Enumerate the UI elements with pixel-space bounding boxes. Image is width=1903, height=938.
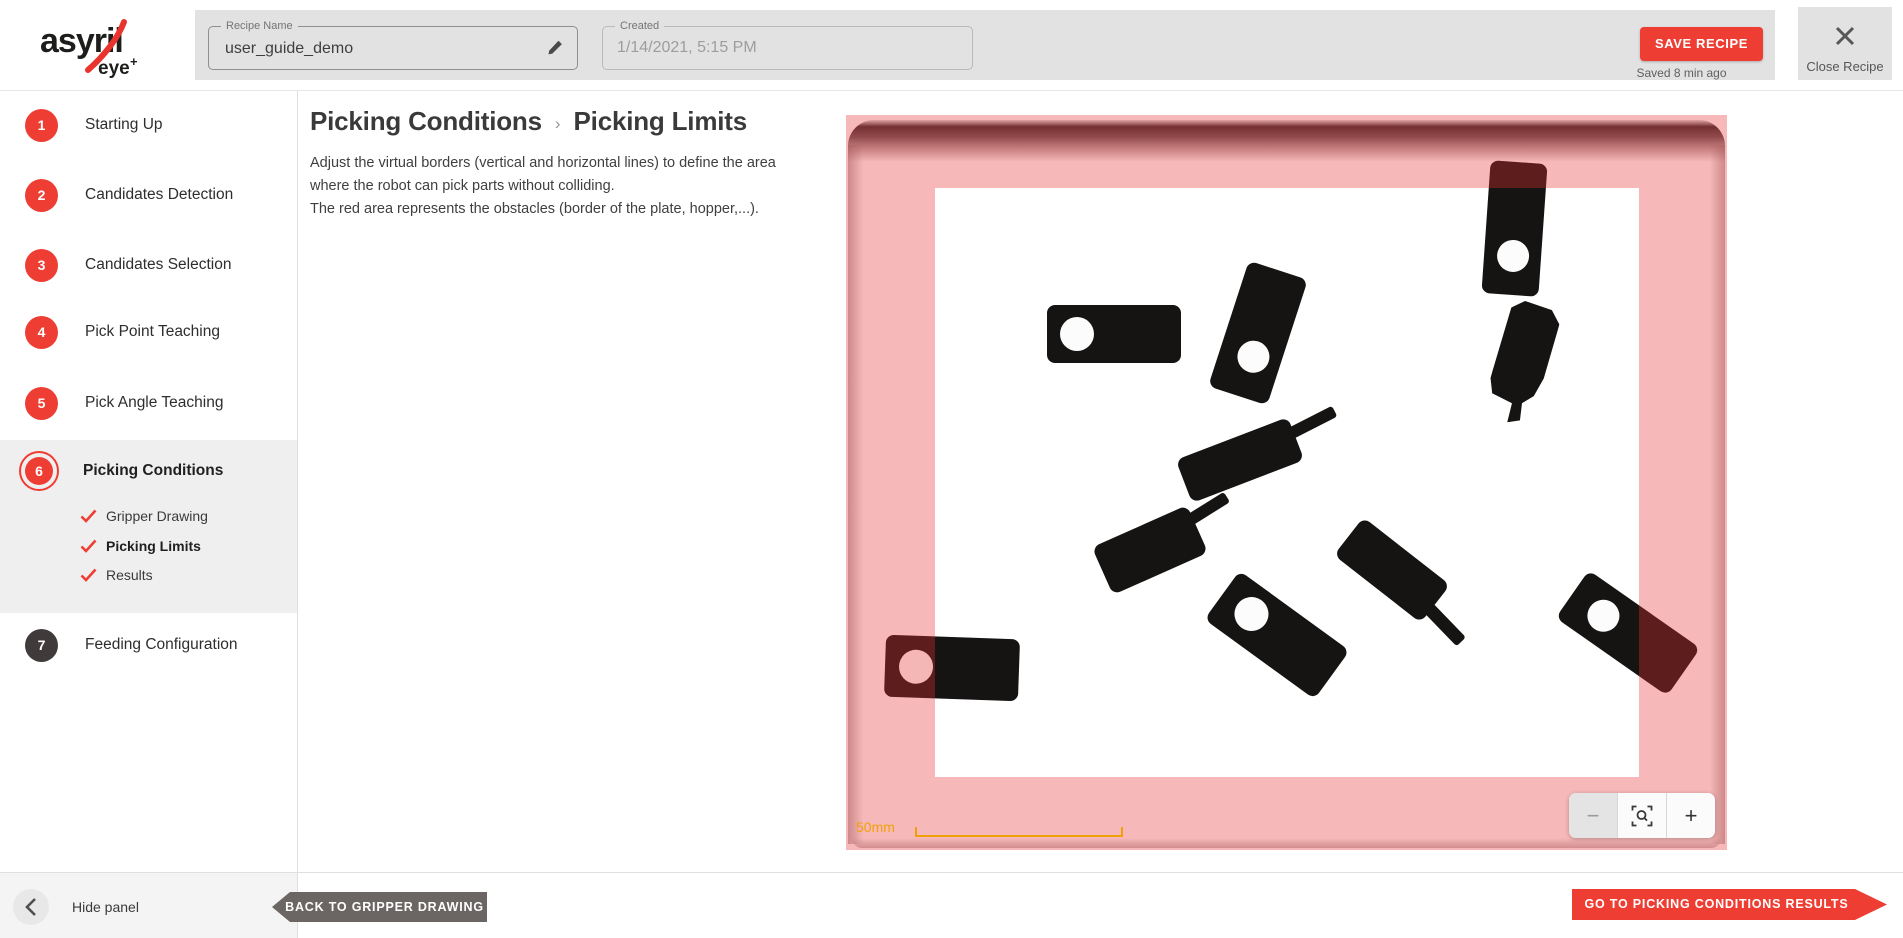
sidebar-item-pick-point-teaching[interactable]: 4 Pick Point Teaching [0,315,297,349]
parts-layer [846,115,1727,850]
step-number-badge: 7 [25,629,58,662]
svg-text:eye: eye [98,58,130,78]
picking-limits-viewer[interactable]: 50mm − + [846,115,1727,850]
step-number-badge: 4 [25,316,58,349]
sidebar-footer: Hide panel [0,873,298,938]
sidebar-item-label: Candidates Selection [85,256,232,274]
zoom-toolbar: − + [1569,793,1715,838]
check-icon [80,568,97,582]
hide-panel-button[interactable] [13,889,49,925]
chevron-left-icon [25,897,37,917]
check-icon [80,509,97,523]
sidebar-subitem-picking-limits[interactable]: Picking Limits [0,535,297,557]
step-number-badge: 1 [25,109,58,142]
description-line: where the robot can pick parts without c… [310,175,830,198]
part-hole [1228,590,1275,637]
sidebar-item-label: Feeding Configuration [85,636,238,654]
description-line: Adjust the virtual borders (vertical and… [310,152,830,175]
sidebar-item-label: Candidates Detection [85,186,233,204]
step-number-badge: 3 [25,249,58,282]
part-silhouette [1176,417,1305,503]
plus-icon: + [1685,805,1698,827]
step-number-badge: 6 [25,457,53,485]
scale-label: 50mm [856,819,895,835]
edit-recipe-button[interactable] [547,39,567,59]
sidebar-item-feeding-configuration[interactable]: 7 Feeding Configuration [0,628,297,662]
part-arm [1422,601,1466,646]
save-recipe-button[interactable]: SAVE RECIPE [1640,27,1763,61]
close-recipe-label: Close Recipe [1798,59,1892,74]
app-window: asyril eye + Recipe Name Created 1/14/20… [0,0,1903,938]
saved-status: Saved 8 min ago [1600,66,1763,80]
part-arm [1494,402,1508,438]
sidebar-item-label: Pick Angle Teaching [85,394,223,412]
sidebar-item-candidates-detection[interactable]: 2 Candidates Detection [0,178,297,212]
recipe-name-input[interactable] [223,27,517,71]
sidebar-subitem-label: Results [106,567,153,583]
close-icon [1830,21,1860,56]
part-silhouette [1204,571,1349,699]
part-silhouette [1481,297,1563,428]
sidebar-subitem-label: Picking Limits [106,538,201,554]
breadcrumb-parent: Picking Conditions [310,106,542,137]
sidebar-item-pick-angle-teaching[interactable]: 5 Pick Angle Teaching [0,386,297,420]
close-recipe-button[interactable]: Close Recipe [1798,7,1892,80]
part-hole [1060,317,1094,351]
check-icon [80,539,97,553]
part-silhouette [1047,305,1181,363]
asyril-logo-icon: asyril eye + [38,14,168,78]
chevron-right-icon: › [555,114,561,134]
sidebar-subitem-results[interactable]: Results [0,564,297,586]
page-title: Picking Limits [574,106,747,137]
active-step-ring: 6 [19,451,59,491]
minus-icon: − [1587,805,1600,827]
picking-limit-border-top[interactable] [935,115,1639,188]
scale-bar [915,827,1123,837]
hide-panel-label: Hide panel [72,899,139,915]
sidebar: 1 Starting Up 2 Candidates Detection 3 C… [0,91,298,872]
fit-view-button[interactable] [1618,793,1667,838]
part-silhouette [1208,261,1308,406]
step-number-badge: 2 [25,179,58,212]
sidebar-item-label: Picking Conditions [83,462,223,480]
sidebar-item-label: Pick Point Teaching [85,323,220,341]
part-arm [1286,406,1338,440]
fit-view-icon [1631,805,1653,827]
sidebar-subitem-gripper-drawing[interactable]: Gripper Drawing [0,505,297,527]
breadcrumb: Picking Conditions › Picking Limits [310,106,747,137]
description-line: The red area represents the obstacles (b… [310,198,830,221]
recipe-name-field[interactable]: Recipe Name [208,26,578,70]
go-to-picking-conditions-results-button[interactable]: GO TO PICKING CONDITIONS RESULTS [1572,889,1887,920]
sidebar-item-label: Starting Up [85,116,163,134]
picking-limit-border-right[interactable] [1639,115,1727,850]
part-silhouette [1092,505,1208,595]
step-number-badge: 5 [25,387,58,420]
back-to-gripper-drawing-button[interactable]: BACK TO GRIPPER DRAWING [272,892,487,922]
zoom-in-button[interactable]: + [1667,793,1715,838]
sidebar-item-picking-conditions[interactable]: 6 Picking Conditions [0,450,297,492]
part-hole [1581,594,1626,639]
part-hole [1233,337,1273,377]
picking-limit-border-bottom[interactable] [935,777,1639,850]
sidebar-subitem-label: Gripper Drawing [106,508,208,524]
created-field: Created 1/14/2021, 5:15 PM [602,26,973,70]
zoom-out-button[interactable]: − [1569,793,1618,838]
sidebar-item-starting-up[interactable]: 1 Starting Up [0,108,297,142]
picking-limit-border-left[interactable] [846,115,935,850]
pencil-icon [547,39,564,56]
sidebar-item-candidates-selection[interactable]: 3 Candidates Selection [0,248,297,282]
svg-text:+: + [130,54,138,69]
brand-logo: asyril eye + [38,14,168,78]
svg-text:asyril: asyril [40,22,123,60]
part-hole [1495,238,1529,272]
part-silhouette [1334,517,1450,623]
created-value: 1/14/2021, 5:15 PM [617,27,907,69]
page-description: Adjust the virtual borders (vertical and… [310,152,830,221]
